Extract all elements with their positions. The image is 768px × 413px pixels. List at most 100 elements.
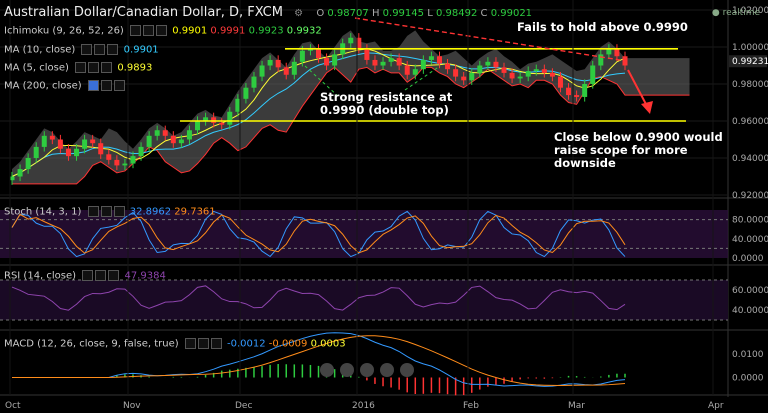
candle-body (90, 139, 96, 144)
signal-value: -0.0009 (268, 338, 308, 350)
indicator-rsi[interactable]: RSI (14, close) 47.9384 (4, 270, 166, 282)
price-tick-label: 1.00000 (732, 43, 768, 53)
eye-icon[interactable] (130, 25, 142, 36)
price-tick-label: 0.96000 (732, 117, 768, 127)
rsi-label: RSI (14, close) (4, 270, 77, 282)
indicator-ma5[interactable]: MA (5, close) 0.9893 (4, 62, 152, 74)
close-icon[interactable] (107, 44, 119, 55)
gear-icon[interactable] (94, 44, 106, 55)
ma200-controls[interactable] (87, 80, 127, 92)
gear-icon[interactable] (88, 62, 100, 73)
eye-icon[interactable] (87, 80, 99, 91)
time-tick-label: 2016 (352, 401, 375, 411)
candle-body (162, 130, 168, 136)
indicator-macd[interactable]: MACD (12, 26, close, 9, false, true) -0.… (4, 338, 346, 350)
annotation-close-below: Close below 0.9900 would raise scope for… (554, 131, 723, 170)
time-tick-label: Nov (123, 401, 141, 411)
candle-body (211, 117, 217, 123)
indicator-ichimoku[interactable]: Ichimoku (9, 26, 52, 26) 0.9901 0.9991 0… (4, 25, 322, 37)
reset-icon[interactable] (360, 363, 374, 377)
candle-body (348, 37, 354, 44)
candle-body (138, 146, 144, 157)
macd-controls[interactable] (184, 338, 224, 350)
candle-body (186, 130, 192, 140)
candle-body (566, 87, 572, 96)
ma5-controls[interactable] (75, 62, 114, 74)
candle-body (65, 148, 71, 157)
candle-body (49, 135, 55, 140)
eye-icon[interactable] (87, 206, 99, 217)
candle-body (98, 143, 104, 155)
gear-icon[interactable] (143, 25, 155, 36)
candle-body (445, 63, 451, 70)
eye-icon[interactable] (184, 338, 196, 349)
ichimoku-value-2: 0.9991 (210, 25, 246, 37)
eye-icon[interactable] (82, 270, 94, 281)
realtime-label: realtime (722, 8, 760, 18)
zoom-in-icon[interactable] (400, 363, 414, 377)
zoom-out-icon[interactable] (320, 363, 334, 377)
candle-body (412, 69, 418, 75)
stoch-k-value: 32.8962 (129, 206, 172, 218)
candle-body (17, 169, 23, 177)
close-icon[interactable] (113, 206, 125, 217)
candle-body (614, 48, 620, 57)
candle-body (41, 135, 47, 147)
rsi-controls[interactable] (82, 270, 121, 282)
close-icon[interactable] (156, 25, 168, 36)
candle-body (582, 84, 588, 97)
high-value: 0.99145 (382, 8, 425, 19)
close-icon[interactable] (101, 62, 113, 73)
candle-body (428, 56, 434, 60)
close-icon[interactable] (113, 80, 125, 91)
eye-icon[interactable] (81, 44, 93, 55)
candle-body (74, 148, 80, 157)
chart-nav-controls[interactable] (320, 363, 414, 377)
gear-icon[interactable] (100, 206, 112, 217)
candle-body (114, 159, 120, 166)
histogram-value: 0.0003 (310, 338, 346, 350)
macd-tick-label: 0.0100 (732, 350, 764, 360)
candle-body (122, 163, 128, 166)
stoch-tick-label: 80.0000 (732, 216, 768, 226)
close-icon[interactable] (108, 270, 120, 281)
candle-body (82, 139, 88, 149)
candle-body (195, 121, 201, 131)
candle-body (372, 59, 378, 66)
macd-label: MACD (12, 26, close, 9, false, true) (4, 338, 179, 350)
candle-body (227, 111, 233, 125)
close-label: C (480, 8, 488, 19)
candle-body (364, 48, 370, 60)
stoch-controls[interactable] (87, 206, 127, 218)
price-tick-label: 0.92000 (732, 191, 768, 201)
ma5-value: 0.9893 (117, 62, 153, 74)
candle-body (525, 71, 531, 77)
candle-body (154, 130, 160, 136)
candle-body (380, 61, 386, 66)
ma10-controls[interactable] (81, 44, 120, 56)
time-tick-label: Apr (708, 401, 724, 411)
candle-body (622, 56, 628, 66)
candle-body (396, 58, 402, 66)
candle-body (25, 158, 31, 170)
candle-body (388, 58, 394, 62)
candle-body (469, 72, 475, 81)
time-tick-label: Mar (568, 401, 585, 411)
annotation-resistance: Strong resistance at 0.9990 (double top) (320, 91, 452, 117)
close-icon[interactable] (210, 338, 222, 349)
chart-header: Australian Dollar/Canadian Dollar, D, FX… (4, 5, 532, 20)
symbol-settings-icon[interactable]: ⚙ (294, 8, 303, 19)
macd-value: -0.0012 (227, 338, 266, 350)
ichimoku-controls[interactable] (130, 25, 169, 37)
price-tick-label: 0.94000 (732, 154, 768, 164)
scroll-right-icon[interactable] (380, 363, 394, 377)
eye-icon[interactable] (75, 62, 87, 73)
scroll-left-icon[interactable] (340, 363, 354, 377)
gear-icon[interactable] (100, 80, 112, 91)
candle-body (517, 76, 523, 79)
indicator-stoch[interactable]: Stoch (14, 3, 1) 32.8962 29.7361 (4, 206, 216, 218)
indicator-ma10[interactable]: MA (10, close) 0.9901 (4, 44, 159, 56)
indicator-ma200[interactable]: MA (200, close) (4, 80, 127, 92)
gear-icon[interactable] (95, 270, 107, 281)
gear-icon[interactable] (197, 338, 209, 349)
